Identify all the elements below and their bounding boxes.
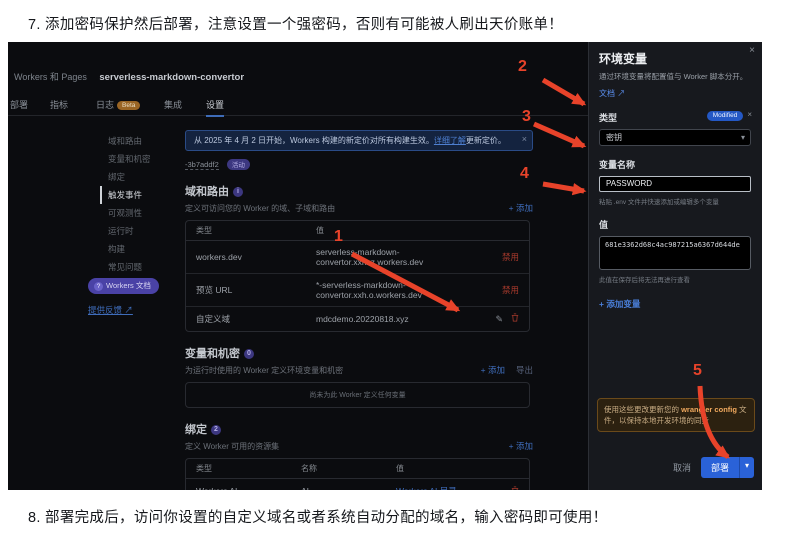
modified-badge: Modified <box>706 110 744 121</box>
col-value: 值 <box>306 221 486 241</box>
tab-logs[interactable]: 日志 Beta <box>96 98 141 111</box>
sidebar-item-triggers[interactable]: 触发事件 <box>100 186 178 204</box>
variables-empty-state: 尚未为此 Worker 定义任何变量 <box>185 382 530 408</box>
domains-subtitle: 定义可访问您的 Worker 的域、子域和路由 <box>185 204 336 213</box>
sidebar-item-variables[interactable]: 变量和机密 <box>100 150 178 168</box>
version-hash[interactable]: -3b7addf2 <box>185 160 219 170</box>
table-row: workers.dev serverless-markdown-convertor… <box>186 241 529 274</box>
sidebar-item-builds[interactable]: 构建 <box>100 240 178 258</box>
tab-settings[interactable]: 设置 <box>206 98 225 117</box>
banner-link[interactable]: 详细了解 <box>434 136 466 145</box>
annotation-number-3: 3 <box>522 108 531 125</box>
count-badge: 0 <box>244 349 254 359</box>
domains-title: 域和路由 <box>185 186 229 198</box>
sidebar-item-domains[interactable]: 域和路由 <box>100 132 178 150</box>
cancel-button[interactable]: 取消 <box>673 461 691 474</box>
settings-sidebar: 域和路由 变量和机密 绑定 触发事件 可观测性 运行时 构建 常见问题 <box>100 132 178 276</box>
chevron-down-icon: ▾ <box>740 132 745 142</box>
deploy-button[interactable]: 部署 <box>700 457 739 478</box>
tab-bar: 部署 指标 日志 Beta 集成 设置 <box>8 94 588 117</box>
variable-name-input[interactable]: PASSWORD <box>599 175 751 192</box>
annotation-number-1: 1 <box>334 228 343 245</box>
bindings-subtitle: 定义 Worker 可用的资源集 <box>185 442 280 451</box>
remove-row-icon[interactable]: × <box>747 110 752 119</box>
variables-section-header: 变量和机密 0 为运行时使用的 Worker 定义环境变量和机密 + 添加 导出 <box>185 344 533 376</box>
annotation-number-2: 2 <box>518 58 527 75</box>
sidebar-item-faq[interactable]: 常见问题 <box>100 258 178 276</box>
env-paste-hint: 粘贴 .env 文件并快速添加或编辑多个变量 <box>599 198 719 206</box>
bindings-add-button[interactable]: + 添加 <box>509 440 533 452</box>
disable-link[interactable]: 禁用 <box>502 252 519 262</box>
dashboard-screenshot: Workers 和 Pages serverless-markdown-conv… <box>8 42 762 490</box>
banner-text: 从 2025 年 4 月 2 日开始，Workers 构建的新定价对所有构建生效… <box>194 136 434 145</box>
variables-export-button[interactable]: 导出 <box>516 364 533 376</box>
close-icon[interactable]: × <box>749 45 755 56</box>
table-row: 自定义域 mdcdemo.20220818.xyz ✎ <box>186 307 529 331</box>
annotation-number-4: 4 <box>520 165 529 182</box>
disable-link[interactable]: 禁用 <box>502 285 519 295</box>
col-type: 类型 <box>186 221 306 241</box>
table-row: Workers AIAIWorkers AI 目录 <box>186 479 529 490</box>
tab-metrics[interactable]: 指标 <box>50 98 68 111</box>
question-icon: ? <box>94 282 103 291</box>
wrangler-warning: 使用这些更改更新您的 wrangler config 文件，以保持本地开发环境的… <box>597 397 755 432</box>
deploy-dropdown-button[interactable]: ▾ <box>738 457 754 478</box>
tutorial-step-8: 8. 部署完成后，访问你设置的自定义域名或者系统自动分配的域名，输入密码即可使用… <box>28 510 608 526</box>
sidebar-item-runtime[interactable]: 运行时 <box>100 222 178 240</box>
page: 7. 添加密码保护然后部署，注意设置一个强密码，否则有可能被人刷出天价账单！ W… <box>0 0 800 538</box>
domains-add-button[interactable]: + 添加 <box>509 202 533 214</box>
delete-icon[interactable] <box>511 486 519 490</box>
drawer-footer: 取消 部署 ▾ <box>673 457 754 478</box>
settings-content: 从 2025 年 4 月 2 日开始，Workers 构建的新定价对所有构建生效… <box>185 130 533 490</box>
drawer-title: 环境变量 <box>599 52 648 66</box>
workers-dashboard: Workers 和 Pages serverless-markdown-conv… <box>8 42 588 490</box>
banner-close-icon[interactable]: × <box>522 134 527 144</box>
sidebar-item-observability[interactable]: 可观测性 <box>100 204 178 222</box>
env-variables-drawer: × 环境变量 通过环境变量将配置值与 Worker 脚本分开。 文档 ↗ 类型 … <box>588 42 762 490</box>
secret-hint: 此值在保存后将无法再进行查看 <box>599 276 690 284</box>
type-label: 类型 Modified × <box>599 109 752 123</box>
domains-section-header: 域和路由 i 定义可访问您的 Worker 的域、子域和路由 + 添加 <box>185 182 533 214</box>
tutorial-step-7: 7. 添加密码保护然后部署，注意设置一个强密码，否则有可能被人刷出天价账单！ <box>28 17 564 33</box>
annotation-number-5: 5 <box>693 362 702 379</box>
breadcrumb: Workers 和 Pages serverless-markdown-conv… <box>14 70 244 83</box>
wrangler-config-code: wrangler config <box>681 404 737 414</box>
table-row: 预览 URL *-serverless-markdown-convertor.xx… <box>186 274 529 307</box>
beta-badge: Beta <box>117 101 141 110</box>
variable-value-textarea[interactable]: 681e3362d68c4ac987215a6367d644de <box>599 235 751 270</box>
bindings-section-header: 绑定 2 定义 Worker 可用的资源集 + 添加 <box>185 420 533 452</box>
name-label: 变量名称 <box>599 159 636 170</box>
breadcrumb-current: serverless-markdown-convertor <box>99 72 245 83</box>
feedback-link[interactable]: 提供反馈 ↗ <box>88 304 133 316</box>
bindings-title: 绑定 <box>185 424 207 436</box>
sidebar-item-bindings[interactable]: 绑定 <box>100 168 178 186</box>
tab-integrations[interactable]: 集成 <box>164 98 182 111</box>
domains-table: 类型值 workers.dev serverless-markdown-conve… <box>185 220 530 332</box>
variables-title: 变量和机密 <box>185 348 240 360</box>
count-badge: 2 <box>211 425 221 435</box>
breadcrumb-root[interactable]: Workers 和 Pages <box>14 72 87 82</box>
tab-deployments[interactable]: 部署 <box>10 98 28 111</box>
value-label: 值 <box>599 219 609 230</box>
bindings-table: 类型名称值 Workers AIAIWorkers AI 目录 资产ASSETS… <box>185 458 530 490</box>
info-icon: i <box>233 187 243 197</box>
variables-add-button[interactable]: + 添加 <box>481 364 505 376</box>
type-select[interactable]: 密钥 ▾ <box>599 128 751 146</box>
version-badge: 活动 <box>226 159 250 170</box>
delete-icon[interactable] <box>511 313 519 324</box>
pricing-banner: 从 2025 年 4 月 2 日开始，Workers 构建的新定价对所有构建生效… <box>185 130 533 151</box>
drawer-subtitle: 通过环境变量将配置值与 Worker 脚本分开。 <box>599 72 748 81</box>
workers-ai-catalog-link[interactable]: Workers AI 目录 <box>396 486 457 490</box>
edit-icon[interactable]: ✎ <box>495 314 503 324</box>
workers-docs-button[interactable]: ? Workers 文档 <box>88 278 159 294</box>
docs-link[interactable]: 文档 ↗ <box>599 88 752 99</box>
add-variable-link[interactable]: + 添加变量 <box>599 298 752 310</box>
version-line: -3b7addf2 活动 <box>185 159 533 170</box>
